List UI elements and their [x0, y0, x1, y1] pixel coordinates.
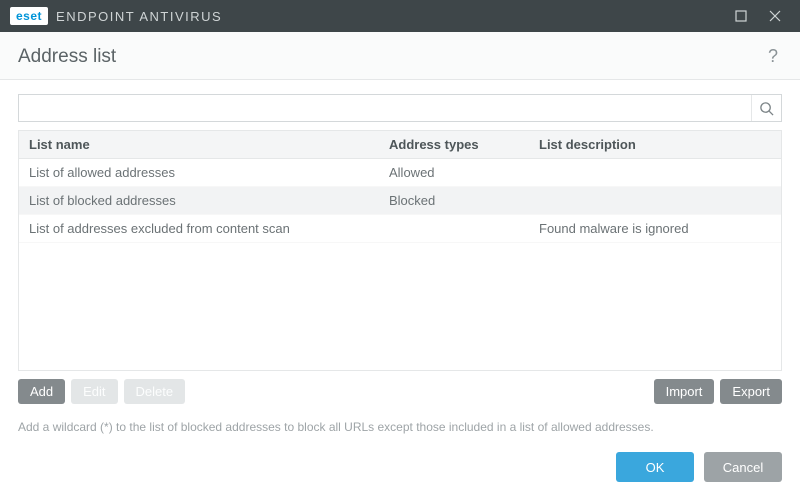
import-button[interactable]: Import — [654, 379, 715, 404]
delete-button[interactable]: Delete — [124, 379, 186, 404]
page-title: Address list — [18, 46, 116, 68]
cancel-button[interactable]: Cancel — [704, 452, 782, 482]
search-icon[interactable] — [751, 95, 781, 121]
column-header-type[interactable]: Address types — [379, 131, 529, 158]
table-header: List name Address types List description — [19, 131, 781, 159]
hint-text: Add a wildcard (*) to the list of blocke… — [0, 416, 800, 434]
cell-list-description — [529, 187, 781, 214]
cell-list-description — [529, 159, 781, 186]
page-header: Address list ? — [0, 32, 800, 80]
maximize-icon[interactable] — [724, 0, 758, 32]
column-header-name[interactable]: List name — [19, 131, 379, 158]
cell-address-type — [379, 215, 529, 242]
close-icon[interactable] — [758, 0, 792, 32]
table-actions: Add Edit Delete Import Export — [18, 371, 782, 408]
cell-address-type: Allowed — [379, 159, 529, 186]
cell-list-name: List of addresses excluded from content … — [19, 215, 379, 242]
add-button[interactable]: Add — [18, 379, 65, 404]
column-header-desc[interactable]: List description — [529, 131, 781, 158]
help-icon[interactable]: ? — [764, 44, 782, 69]
table-body: List of allowed addressesAllowedList of … — [19, 159, 781, 370]
table-row[interactable]: List of allowed addressesAllowed — [19, 159, 781, 187]
ok-button[interactable]: OK — [616, 452, 694, 482]
cell-list-name: List of allowed addresses — [19, 159, 379, 186]
table-row[interactable]: List of blocked addressesBlocked — [19, 187, 781, 215]
product-name: ENDPOINT ANTIVIRUS — [56, 9, 222, 24]
dialog-footer: OK Cancel — [0, 434, 800, 500]
export-button[interactable]: Export — [720, 379, 782, 404]
cell-list-description: Found malware is ignored — [529, 215, 781, 242]
edit-button[interactable]: Edit — [71, 379, 117, 404]
window-titlebar: eset ENDPOINT ANTIVIRUS — [0, 0, 800, 32]
search-input[interactable] — [19, 95, 751, 121]
search-bar — [18, 94, 782, 122]
content-area: List name Address types List description… — [0, 80, 800, 416]
cell-list-name: List of blocked addresses — [19, 187, 379, 214]
cell-address-type: Blocked — [379, 187, 529, 214]
table-row[interactable]: List of addresses excluded from content … — [19, 215, 781, 243]
address-list-table: List name Address types List description… — [18, 130, 782, 371]
brand-badge: eset — [10, 7, 48, 25]
